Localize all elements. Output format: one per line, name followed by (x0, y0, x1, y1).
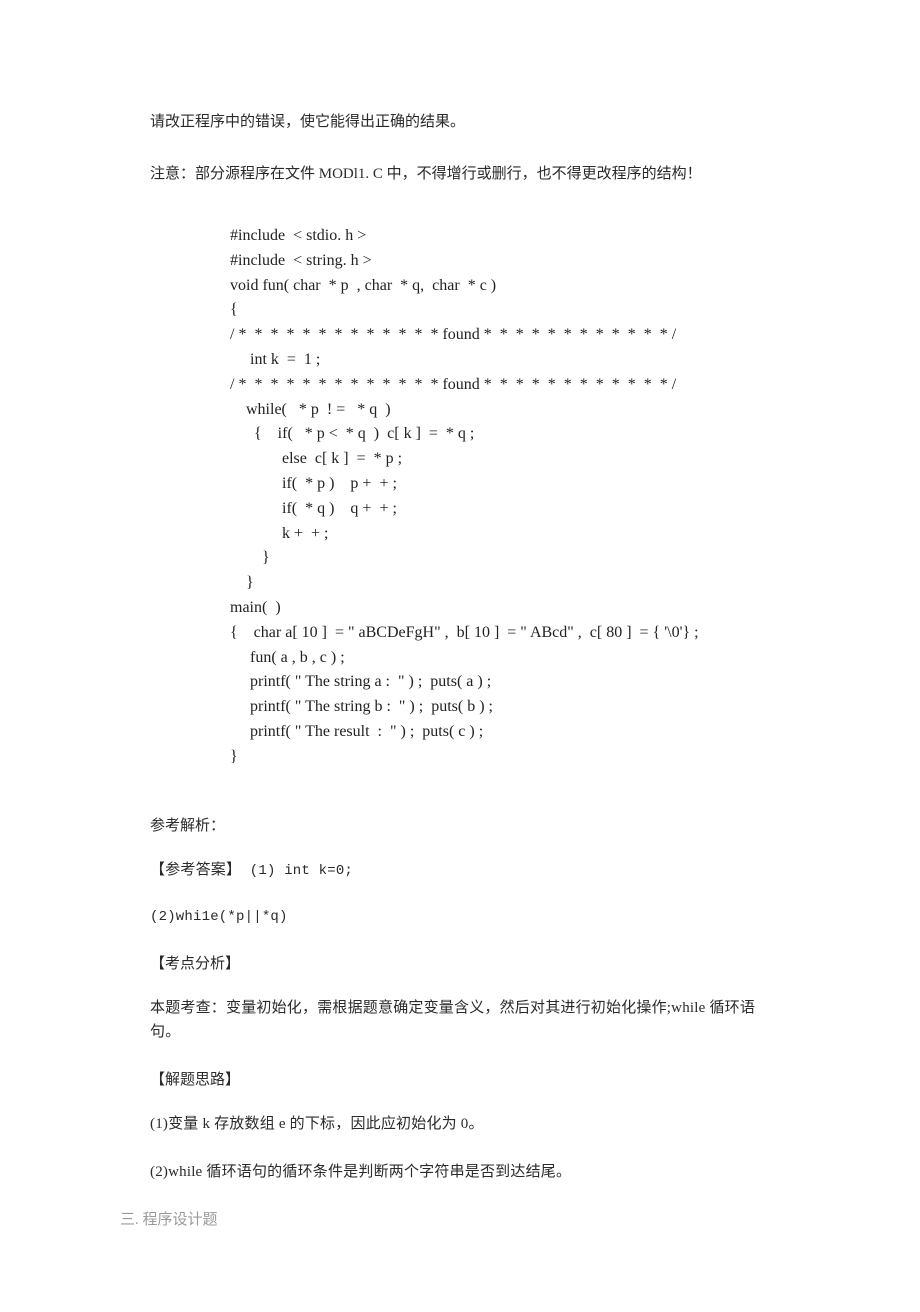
code-line: { (230, 298, 770, 323)
code-line: { char a[ 10 ] = " aBCDeFgH" , b[ 10 ] =… (230, 621, 770, 646)
solution-heading: 【解题思路】 (150, 1068, 770, 1092)
analysis-heading: 参考解析： (150, 814, 770, 838)
answer-2: (2)whi1e(*p||*q) (150, 906, 770, 928)
code-line: k + + ; (230, 522, 770, 547)
code-line: } (230, 571, 770, 596)
intro-paragraph-2: 注意：部分源程序在文件 MODl1. C 中，不得增行或删行，也不得更改程序的结… (150, 162, 770, 186)
code-line: } (230, 745, 770, 770)
code-line: { if( * p < * q ) c[ k ] = * q ; (230, 422, 770, 447)
answer-1: 【参考答案】 (1) int k=0; (150, 858, 770, 882)
answer-text: (1) int k=0; (241, 863, 353, 879)
code-line: void fun( char * p , char * q, char * c … (230, 274, 770, 299)
code-line: else c[ k ] = * p ; (230, 447, 770, 472)
code-line: main( ) (230, 596, 770, 621)
code-line: printf( " The string b : " ) ; puts( b )… (230, 695, 770, 720)
answer-label: 【参考答案】 (150, 862, 241, 878)
code-line: if( * q ) q + + ; (230, 497, 770, 522)
document-page: 请改正程序中的错误，使它能得出正确的结果。 注意：部分源程序在文件 MODl1.… (0, 0, 920, 1312)
section-footer: 三. 程序设计题 (120, 1208, 770, 1232)
code-line: int k = 1 ; (230, 348, 770, 373)
code-line: / * * * * * * * * * * * * * found * * * … (230, 323, 770, 348)
code-line: #include < stdio. h > (230, 224, 770, 249)
keypoint-heading: 【考点分析】 (150, 952, 770, 976)
solution-text-1: (1)变量 k 存放数组 e 的下标，因此应初始化为 0。 (150, 1112, 770, 1136)
intro-paragraph-1: 请改正程序中的错误，使它能得出正确的结果。 (150, 110, 770, 134)
keypoint-text: 本题考查：变量初始化，需根据题意确定变量含义，然后对其进行初始化操作;while… (150, 996, 770, 1044)
code-line: / * * * * * * * * * * * * * found * * * … (230, 373, 770, 398)
code-line: } (230, 546, 770, 571)
solution-text-2: (2)while 循环语句的循环条件是判断两个字符串是否到达结尾。 (150, 1160, 770, 1184)
code-line: while( * p ! = * q ) (230, 398, 770, 423)
code-line: printf( " The result : " ) ; puts( c ) ; (230, 720, 770, 745)
code-block: #include < stdio. h > #include < string.… (150, 214, 770, 790)
code-line: if( * p ) p + + ; (230, 472, 770, 497)
code-line: #include < string. h > (230, 249, 770, 274)
code-line: printf( " The string a : " ) ; puts( a )… (230, 670, 770, 695)
code-line: fun( a , b , c ) ; (230, 646, 770, 671)
